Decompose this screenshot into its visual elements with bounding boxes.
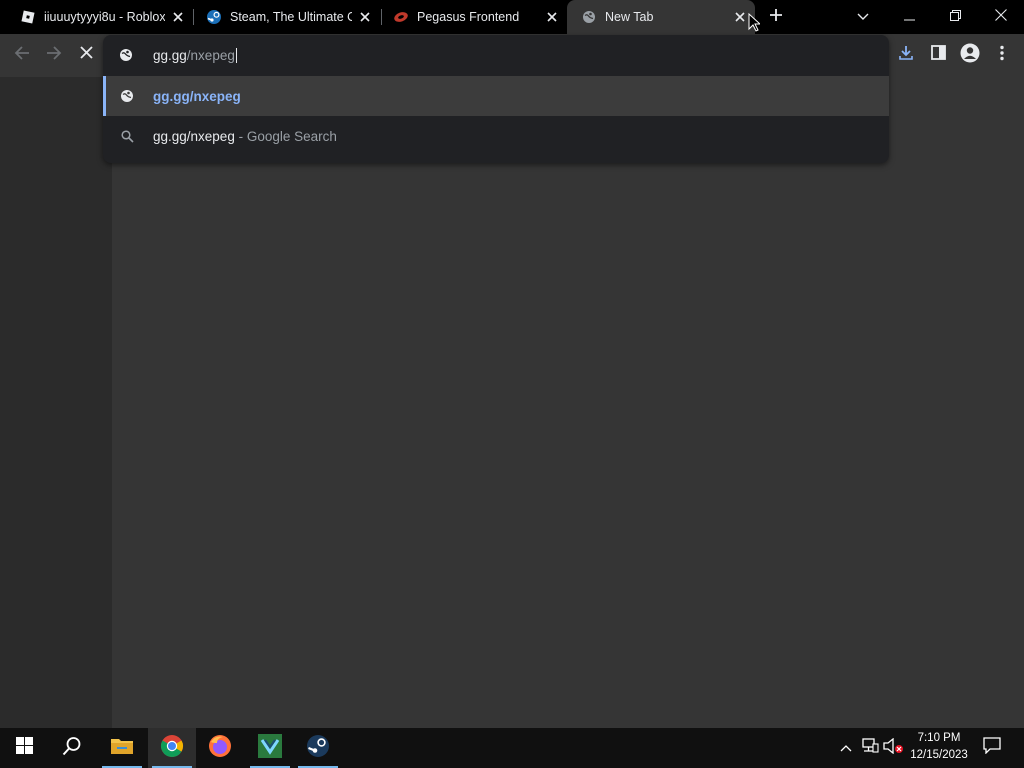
new-tab-button[interactable] bbox=[754, 0, 798, 34]
suggestion-url[interactable]: gg.gg/nxepeg bbox=[103, 76, 889, 116]
clock-date: 12/15/2023 bbox=[910, 749, 968, 761]
menu-button[interactable] bbox=[986, 39, 1018, 71]
steam-icon bbox=[306, 734, 330, 763]
download-icon bbox=[898, 45, 914, 66]
tab-new-tab[interactable]: New Tab bbox=[567, 0, 755, 34]
tab-strip: iiuuuytyyyi8u - Roblox Steam, The Ultima… bbox=[0, 0, 1024, 34]
downloads-button[interactable] bbox=[890, 39, 922, 71]
taskbar-firefox[interactable] bbox=[196, 728, 244, 768]
visual-studio-icon bbox=[258, 733, 282, 763]
back-arrow-icon bbox=[14, 45, 30, 66]
start-button[interactable] bbox=[0, 728, 48, 768]
autocomplete-text: /nxepeg bbox=[186, 47, 235, 63]
page-content bbox=[0, 77, 1024, 728]
forward-arrow-icon bbox=[46, 45, 62, 66]
roblox-icon bbox=[20, 9, 36, 25]
tab-steam[interactable]: Steam, The Ultimate Online Game Platform bbox=[186, 0, 380, 34]
text-caret bbox=[235, 48, 237, 64]
tab-title: New Tab bbox=[605, 10, 654, 24]
stop-loading-button[interactable] bbox=[70, 39, 102, 71]
typed-text: gg.gg bbox=[153, 47, 187, 63]
forward-button[interactable] bbox=[38, 39, 70, 71]
globe-icon bbox=[581, 9, 597, 25]
folder-icon bbox=[110, 736, 134, 761]
address-input[interactable]: gg.gg/nxepeg bbox=[153, 48, 237, 64]
address-bar[interactable]: gg.gg/nxepeg bbox=[103, 35, 889, 76]
volume-muted-icon bbox=[883, 737, 905, 759]
taskbar-file-explorer[interactable] bbox=[98, 728, 146, 768]
network-button[interactable] bbox=[860, 737, 880, 759]
tray-overflow-button[interactable] bbox=[836, 738, 856, 758]
taskbar: 7:10 PM 12/15/2023 bbox=[0, 728, 1024, 768]
suggestion-search[interactable]: gg.gg/nxepeg - Google Search bbox=[103, 116, 889, 156]
taskbar-clock[interactable]: 7:10 PM 12/15/2023 bbox=[906, 730, 972, 766]
volume-button[interactable] bbox=[883, 737, 905, 759]
suggestion-description: - Google Search bbox=[234, 128, 337, 144]
side-panel-button[interactable] bbox=[922, 39, 954, 71]
close-icon bbox=[995, 8, 1007, 26]
close-tab-icon[interactable] bbox=[169, 8, 187, 26]
restore-icon bbox=[949, 8, 961, 26]
avatar-icon bbox=[960, 43, 980, 68]
selection-indicator bbox=[103, 76, 106, 116]
globe-icon bbox=[119, 48, 135, 64]
mouse-cursor bbox=[748, 12, 762, 37]
tab-title: Steam, The Ultimate Online Game Platform bbox=[230, 10, 352, 24]
notification-icon bbox=[983, 737, 1001, 759]
suggestion-text: gg.gg/nxepeg bbox=[153, 128, 235, 144]
side-panel-icon bbox=[930, 45, 946, 65]
restore-button[interactable] bbox=[932, 0, 978, 34]
clock-time: 7:10 PM bbox=[917, 732, 961, 744]
search-icon bbox=[119, 128, 135, 144]
close-window-button[interactable] bbox=[978, 0, 1024, 34]
close-tab-icon[interactable] bbox=[356, 8, 374, 26]
close-tab-icon[interactable] bbox=[731, 8, 749, 26]
suggestion-text: gg.gg/nxepeg bbox=[153, 88, 241, 104]
plus-icon bbox=[769, 8, 783, 27]
steam-icon bbox=[206, 9, 222, 25]
tab-pegasus[interactable]: Pegasus Frontend bbox=[373, 0, 567, 34]
chevron-up-icon bbox=[840, 739, 852, 757]
tab-title: iiuuuytyyyi8u - Roblox bbox=[44, 10, 165, 24]
close-tab-icon[interactable] bbox=[543, 8, 561, 26]
tab-roblox[interactable]: iiuuuytyyyi8u - Roblox bbox=[0, 0, 193, 34]
taskbar-search-button[interactable] bbox=[48, 728, 96, 768]
back-button[interactable] bbox=[6, 39, 38, 71]
taskbar-visual-studio[interactable] bbox=[246, 728, 294, 768]
taskbar-steam[interactable] bbox=[294, 728, 342, 768]
omnibox-dropdown: gg.gg/nxepeg gg.gg/nxepeg gg.gg/nxepeg -… bbox=[103, 35, 889, 163]
taskbar-chrome[interactable] bbox=[148, 728, 196, 768]
minimize-button[interactable] bbox=[886, 0, 932, 34]
chevron-down-icon bbox=[857, 8, 869, 26]
new-tab-page bbox=[112, 77, 1024, 728]
tab-search-button[interactable] bbox=[840, 0, 886, 34]
globe-icon bbox=[119, 88, 135, 104]
notifications-button[interactable] bbox=[982, 737, 1002, 759]
firefox-icon bbox=[208, 734, 232, 763]
profile-button[interactable] bbox=[954, 39, 986, 71]
search-icon bbox=[62, 736, 82, 761]
close-icon bbox=[79, 46, 93, 64]
windows-icon bbox=[15, 737, 33, 759]
minimize-icon bbox=[903, 8, 915, 26]
more-vert-icon bbox=[1000, 45, 1004, 66]
pegasus-icon bbox=[393, 9, 409, 25]
chrome-icon bbox=[160, 734, 184, 763]
tab-title: Pegasus Frontend bbox=[417, 10, 520, 24]
background-strip bbox=[0, 77, 112, 728]
network-icon bbox=[861, 737, 879, 759]
